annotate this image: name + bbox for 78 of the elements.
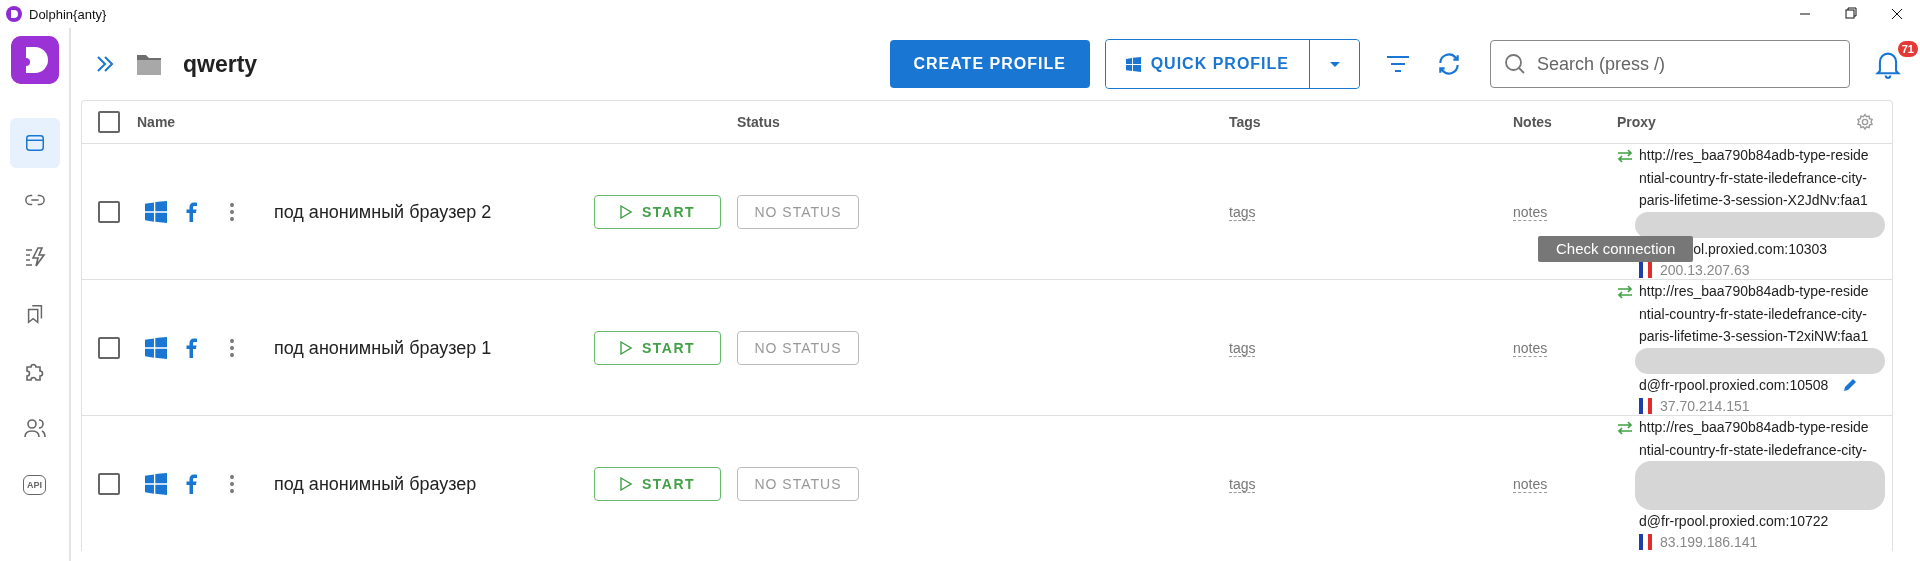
tags-link[interactable]: tags [1229,475,1256,493]
france-flag-icon [1639,398,1652,414]
ip-address: 37.70.214.151 [1660,398,1750,414]
notes-link[interactable]: notes [1513,339,1548,357]
profile-name: под анонимный браузер 2 [274,201,493,224]
proxy-text: ntial-country-fr-state-iledefrance-city- [1639,440,1868,460]
proxy-host: ol.proxied.com:10303 [1693,239,1828,259]
window-title: Dolphin{anty} [29,6,107,22]
browser-window-icon [23,132,46,154]
settings-icon[interactable] [1856,113,1874,131]
facebook-f-icon [185,202,197,222]
proxy-text: paris-lifetime-3-session-X2JdNv:faa1 [1639,191,1869,210]
users-icon [22,416,47,440]
ip-address: 200.13.207.63 [1660,262,1750,278]
france-flag-icon [1639,534,1652,550]
refresh-icon[interactable] [1436,51,1462,77]
swap-arrows-icon[interactable] [1617,285,1633,299]
checkbox[interactable] [98,337,120,359]
pencil-icon[interactable] [1842,376,1859,393]
create-profile-button[interactable]: CREATE PROFILE [889,40,1090,88]
column-header: Notes [1513,114,1553,130]
column-header: Status [737,114,781,130]
proxy-host: d@fr-rpool.proxied.com:10722 [1639,511,1829,531]
checkbox[interactable] [98,201,120,223]
notes-link[interactable]: notes [1513,203,1548,221]
more-options-icon[interactable] [230,475,234,493]
proxy-text: http://res_baa790b84adb-type-reside [1639,282,1870,301]
notification-badge: 71 [1897,41,1918,57]
status-badge[interactable]: NO STATUS [737,195,859,229]
windows-icon [145,473,167,495]
profile-name: под анонимный браузер 1 [274,337,493,360]
tags-link[interactable]: tags [1229,203,1256,221]
status-badge[interactable]: NO STATUS [737,467,859,501]
app-logo-icon [6,6,22,22]
search-field[interactable]: Search (press /) [1490,40,1850,88]
column-header: Proxy [1617,114,1656,130]
more-options-icon[interactable] [230,203,234,221]
api-label: API [23,475,46,495]
start-button[interactable]: START [594,195,721,229]
proxy-text: paris-lifetime-3-session-T2xiNW:faa1 [1639,327,1870,346]
windows-icon [1125,56,1141,72]
proxy-text: ntial-country-fr-state-iledefrance-city- [1639,304,1868,324]
sidebar-item[interactable] [9,118,60,168]
checkbox[interactable] [98,473,120,495]
play-icon [619,205,632,219]
proxy-text: http://res_baa790b84adb-type-reside [1639,418,1870,437]
start-button[interactable]: START [594,467,721,501]
filter-icon[interactable] [1386,54,1410,74]
notes-link[interactable]: notes [1513,475,1548,493]
tags-link[interactable]: tags [1229,339,1256,357]
status-badge[interactable]: NO STATUS [737,331,859,365]
column-header: Name [137,114,177,130]
more-options-icon[interactable] [230,339,234,357]
france-flag-icon [1639,262,1652,278]
facebook-f-icon [185,474,197,494]
sidebar-item[interactable]: API [9,460,60,510]
play-icon [619,477,632,491]
proxy-text: ntial-country-fr-state-iledefrance-city- [1639,168,1868,188]
proxy-host: d@fr-rpool.proxied.com:10508 [1639,375,1829,395]
tooltip: Check connection [1538,235,1694,262]
caret-icon [1328,60,1341,68]
ip-address: 83.199.186.141 [1660,534,1758,550]
play-icon [619,341,632,355]
double-chevron-icon[interactable] [95,55,115,73]
proxy-text: http://res_baa790b84adb-type-reside [1639,146,1870,165]
column-header: Tags [1229,114,1262,130]
profile-name: под анонимный браузер [274,473,478,496]
start-button[interactable]: START [594,331,721,365]
select-all-checkbox[interactable] [98,111,120,133]
facebook-f-icon [185,338,197,358]
dropdown-button[interactable] [1309,40,1359,88]
folder-name: qwerty [183,50,258,78]
app-logo[interactable] [10,36,59,84]
swap-arrows-icon[interactable] [1617,149,1633,163]
swap-arrows-icon[interactable] [1617,421,1633,435]
search-icon [1504,53,1526,75]
windows-icon [145,337,167,359]
windows-icon [145,201,167,223]
